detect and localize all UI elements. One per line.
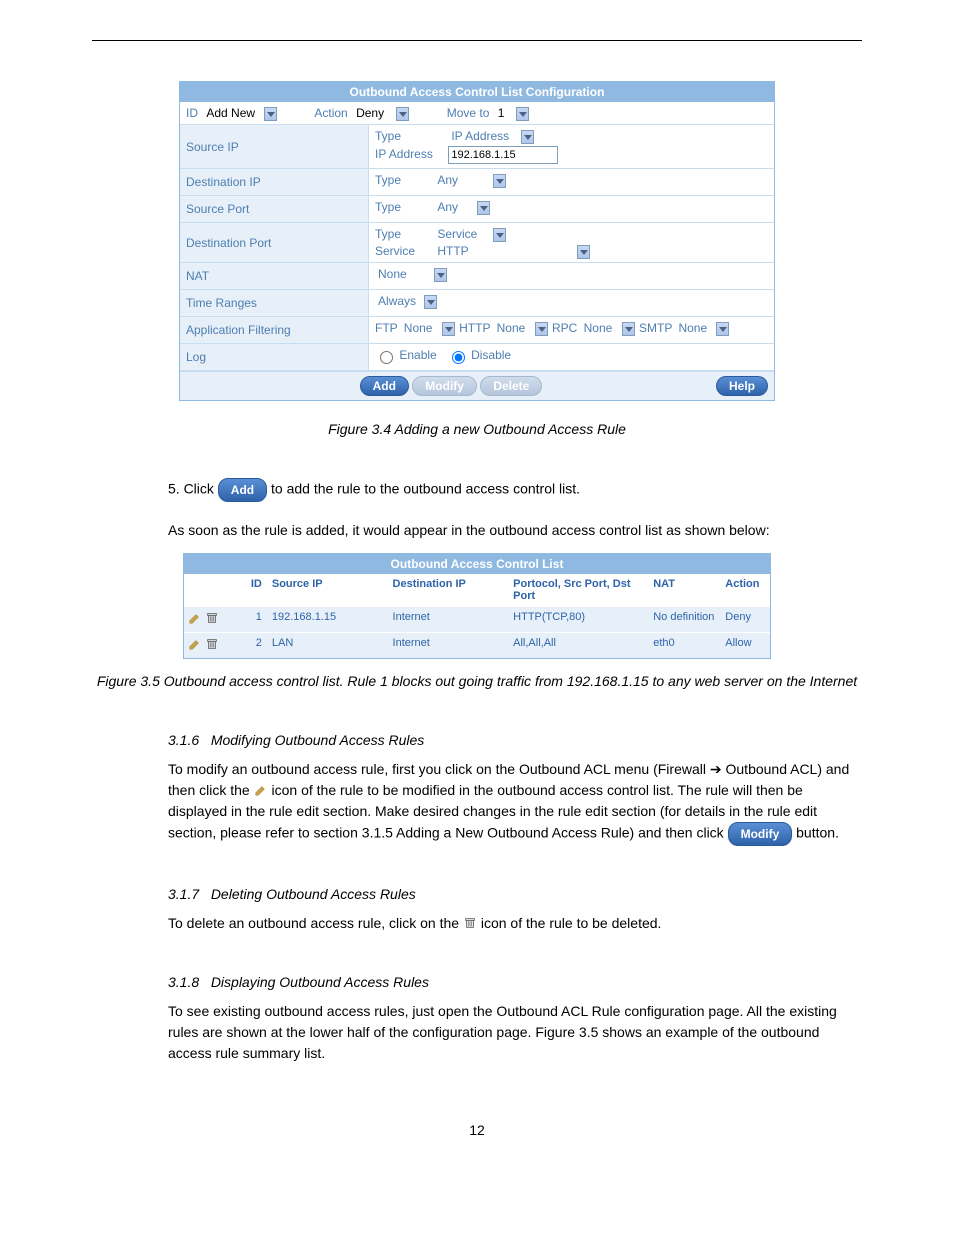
chevron-down-icon	[424, 295, 437, 309]
app-filtering-label: Application Filtering	[180, 317, 369, 343]
trash-icon[interactable]	[205, 637, 219, 654]
chevron-down-icon	[516, 107, 529, 121]
chevron-down-icon	[622, 322, 635, 336]
edit-icon[interactable]	[188, 637, 202, 654]
time-ranges-select[interactable]: Always	[375, 294, 438, 308]
action-label: Action	[314, 106, 347, 120]
delete-button: Delete	[480, 376, 542, 396]
after-add-text: As soon as the rule is added, it would a…	[168, 520, 862, 541]
chevron-down-icon	[577, 245, 590, 259]
nat-label: NAT	[180, 263, 369, 289]
source-ip-input[interactable]	[448, 146, 558, 164]
list-panel: Outbound Access Control List ID Source I…	[183, 553, 771, 659]
list-header: ID Source IP Destination IP Portocol, Sr…	[184, 574, 770, 606]
top-row: ID Add New Action Deny Move to 1	[180, 102, 774, 125]
action-select[interactable]: Deny	[353, 106, 410, 120]
chevron-down-icon	[442, 322, 455, 336]
arrow-right-icon: ➔	[710, 761, 722, 777]
section-heading-3: 3.1.8 Displaying Outbound Access Rules	[168, 972, 862, 993]
http-select[interactable]: None	[494, 321, 549, 335]
modify-paragraph: To modify an outbound access rule, first…	[168, 759, 862, 846]
list-row: 2 LAN Internet All,All,All eth0 Allow	[184, 632, 770, 658]
config-panel: Outbound Access Control List Configurati…	[179, 81, 775, 401]
edit-icon[interactable]	[188, 611, 202, 628]
section-heading-2: 3.1.7 Deleting Outbound Access Rules	[168, 884, 862, 905]
id-label: ID	[186, 106, 198, 120]
source-ip-label: Source IP	[180, 125, 369, 168]
rpc-select[interactable]: None	[581, 321, 636, 335]
chevron-down-icon	[521, 130, 534, 144]
modify-button-inline: Modify	[728, 822, 793, 846]
help-button[interactable]: Help	[716, 376, 768, 396]
moveto-select[interactable]: 1	[495, 106, 530, 120]
chevron-down-icon	[396, 107, 409, 121]
trash-icon[interactable]	[205, 611, 219, 628]
destination-port-label: Destination Port	[180, 223, 369, 262]
list-row: 1 192.168.1.15 Internet HTTP(TCP,80) No …	[184, 606, 770, 632]
panel-title: Outbound Access Control List Configurati…	[180, 82, 774, 102]
log-disable-radio[interactable]: Disable	[447, 348, 511, 362]
figure-caption-1: Figure 3.4 Adding a new Outbound Access …	[92, 419, 862, 440]
source-port-label: Source Port	[180, 196, 369, 222]
chevron-down-icon	[535, 322, 548, 336]
destination-port-type-select[interactable]: Service	[434, 227, 507, 241]
section-heading-1: 3.1.6 Modifying Outbound Access Rules	[168, 730, 862, 751]
destination-port-service-select[interactable]: HTTP	[434, 244, 591, 258]
ftp-select[interactable]: None	[401, 321, 456, 335]
button-bar: Add Modify Delete Help	[180, 371, 774, 400]
chevron-down-icon	[493, 174, 506, 188]
chevron-down-icon	[493, 228, 506, 242]
modify-button: Modify	[412, 376, 477, 396]
edit-icon	[254, 782, 268, 798]
destination-ip-type-select[interactable]: Any	[434, 173, 507, 187]
log-enable-radio[interactable]: Enable	[375, 348, 437, 362]
chevron-down-icon	[264, 107, 277, 121]
moveto-label: Move to	[447, 106, 490, 120]
log-label: Log	[180, 344, 369, 370]
destination-ip-label: Destination IP	[180, 169, 369, 195]
chevron-down-icon	[477, 201, 490, 215]
chevron-down-icon	[716, 322, 729, 336]
smtp-select[interactable]: None	[675, 321, 730, 335]
source-ip-type-select[interactable]: IP Address	[448, 129, 535, 143]
figure-caption-2: Figure 3.5 Outbound access control list.…	[92, 671, 862, 692]
delete-paragraph: To delete an outbound access rule, click…	[168, 913, 862, 934]
add-button-inline: Add	[218, 478, 267, 502]
display-paragraph: To see existing outbound access rules, j…	[168, 1001, 862, 1064]
page-number: 12	[92, 1120, 862, 1141]
list-panel-title: Outbound Access Control List	[184, 554, 770, 574]
trash-icon	[463, 915, 477, 931]
chevron-down-icon	[434, 268, 447, 282]
source-port-type-select[interactable]: Any	[434, 200, 491, 214]
nat-select[interactable]: None	[375, 267, 448, 281]
time-ranges-label: Time Ranges	[180, 290, 369, 316]
id-select[interactable]: Add New	[203, 106, 278, 120]
step-5: 5. Click Add to add the rule to the outb…	[168, 478, 862, 502]
add-button[interactable]: Add	[360, 376, 409, 396]
